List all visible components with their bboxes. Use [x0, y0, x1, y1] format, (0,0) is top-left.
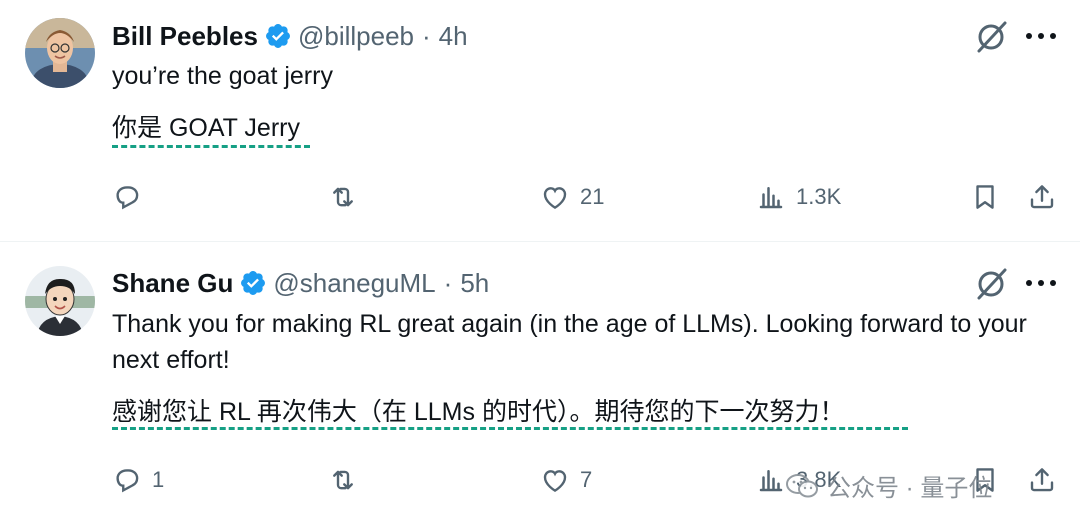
verified-badge-icon [241, 271, 266, 295]
reply-button[interactable]: 1 [112, 465, 164, 495]
like-icon [543, 470, 567, 492]
reply-count: 1 [152, 467, 165, 492]
share-button[interactable] [1027, 182, 1057, 212]
like-count: 7 [580, 467, 593, 492]
separator: · [422, 20, 431, 51]
author-handle[interactable]: @shaneguML [273, 268, 435, 299]
tweet-text: Thank you for making RL great again (in … [112, 310, 1027, 374]
avatar[interactable] [25, 18, 95, 88]
more-icon[interactable] [1026, 280, 1056, 288]
like-button[interactable]: 21 [540, 182, 604, 212]
share-icon [1030, 468, 1054, 492]
retweet-button[interactable] [328, 182, 368, 212]
bookmark-button[interactable] [970, 182, 1000, 212]
translation-underline [112, 427, 908, 430]
separator: · [443, 267, 453, 298]
like-count: 21 [580, 184, 605, 209]
reply-button[interactable] [112, 182, 152, 212]
retweet-button[interactable] [328, 465, 368, 495]
grok-icon[interactable] [974, 267, 1008, 301]
like-icon [543, 187, 567, 209]
translation-underline [112, 145, 310, 148]
grok-icon[interactable] [974, 20, 1008, 54]
tweet-card[interactable]: Bill Peebles @billpeeb · 4h you’re the g… [0, 0, 1080, 242]
watermark-text: 公众号 · 量子位 [827, 475, 993, 502]
share-icon [1030, 185, 1054, 209]
tweet-translation: 你是 GOAT Jerry [112, 114, 300, 142]
views-button[interactable]: 1.3K [756, 182, 841, 212]
retweet-icon [333, 470, 353, 490]
views-icon [759, 470, 783, 492]
bookmark-icon [976, 185, 994, 209]
more-icon[interactable] [1026, 33, 1056, 41]
wechat-icon [786, 473, 818, 497]
view-count: 1.3K [796, 184, 842, 209]
watermark: 公众号 · 量子位 [785, 468, 992, 503]
author-name[interactable]: Bill Peebles [112, 21, 258, 52]
reply-icon [116, 186, 139, 210]
tweet-header: Bill Peebles @billpeeb · 4h [112, 18, 468, 54]
author-name[interactable]: Shane Gu [112, 268, 233, 299]
share-button[interactable] [1027, 465, 1057, 495]
tweet-text: you’re the goat jerry [112, 62, 333, 90]
retweet-icon [333, 187, 353, 207]
action-bar: 21 1.3K [0, 182, 1080, 222]
timestamp[interactable]: 5h [460, 268, 489, 299]
reply-icon [116, 469, 139, 493]
author-handle[interactable]: @billpeeb [298, 21, 414, 52]
timestamp[interactable]: 4h [439, 21, 468, 52]
views-icon [759, 187, 783, 209]
avatar[interactable] [25, 266, 95, 336]
like-button[interactable]: 7 [540, 465, 592, 495]
tweet-header: Shane Gu @shaneguML · 5h [112, 265, 489, 301]
verified-badge-icon [266, 24, 290, 48]
